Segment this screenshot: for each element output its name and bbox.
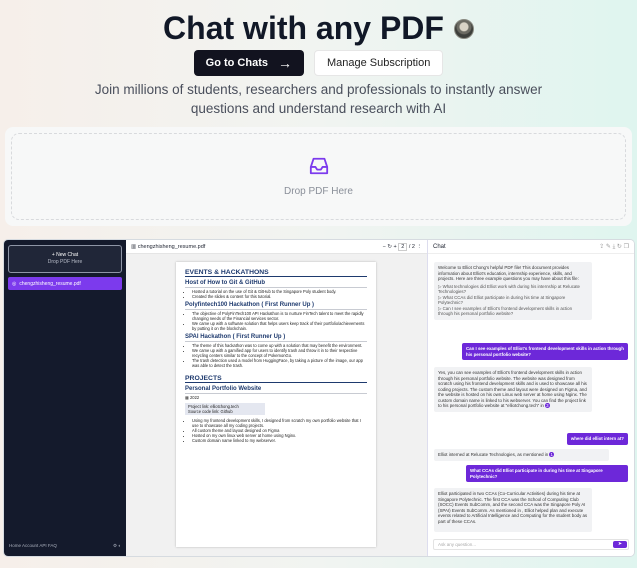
zoom-out-icon[interactable]: − [383,244,386,250]
footer-link-api[interactable]: API [39,543,46,548]
send-icon: ➤ [617,541,623,547]
suggested-question[interactable]: ▷ What CCAs did Elliot participate in du… [438,295,588,306]
send-button[interactable]: ➤ [613,541,627,548]
user-message: Can I see examples of Elliot's frontend … [462,343,628,360]
rotate-icon[interactable]: ↻ [387,244,392,250]
event-bullet: We came up with a gamified app for users… [192,348,367,358]
ai-message: Welcome to Elliot Chong's helpful PDF fi… [434,262,592,320]
ai-message-text: Welcome to Elliot Chong's helpful PDF fi… [438,265,579,281]
zoom-in-icon[interactable]: + [394,244,397,250]
page-total: / 2 [408,243,415,250]
chat-input[interactable]: Ask any question... ➤ [433,539,629,550]
project-title: Personal Portfolio Website [185,386,367,394]
theme-icon[interactable]: ◐ [118,543,121,548]
sidebar-footer: Home Account API FAQ ⚙ ◐ [9,543,121,549]
inbox-icon [309,157,328,175]
sidebar-item-chat[interactable]: ◎ chengzhisheng_resume.pdf [8,277,122,290]
event-bullet: The trash detection used a model from Hu… [192,358,367,368]
project-year-text: 2022 [190,395,200,400]
citation-badge[interactable]: 3 [545,403,550,408]
event-bullet: We came up with a software solution that… [192,321,367,331]
ai-message: Elliot participated in two CCAs (Co-Curr… [434,488,592,532]
footer-link-faq[interactable]: FAQ [48,543,57,548]
pdf-viewer: ▥ chengzhisheng_resume.pdf − ↻ + 2 / 2 ⋮… [126,240,428,556]
footer-link-home[interactable]: Home [9,543,21,548]
refresh-icon[interactable]: ↻ [617,244,622,250]
ai-message: Yes, you can see examples of Elliot's fr… [434,367,592,412]
manage-subscription-button[interactable]: Manage Subscription [314,50,444,76]
chat-bubble-icon: ◎ [12,280,17,287]
projects-heading: PROJECTS [185,375,367,383]
sidebar-toggle-icon[interactable]: ▥ [131,244,136,250]
download-icon[interactable]: ⤓ [613,244,616,250]
copy-icon[interactable]: ❐ [624,244,629,250]
new-chat-label: + New Chat [51,252,79,258]
go-to-chats-label: Go to Chats [205,57,268,69]
user-message: where did elliot intern at? [566,433,628,445]
project-year: ▦ 2022 [185,395,367,400]
chat-header: Chat ⇪ ✎ ⤓ ↻ ❐ [428,240,634,254]
event-bullet: Created the slides & content for this tu… [192,294,367,299]
event-bullet: The objective of PolyFinTech100 API Hack… [192,311,367,321]
pdf-dropzone[interactable]: Drop PDF Here [5,127,632,226]
hero-subtitle: Join millions of students, researchers a… [94,82,543,116]
share-icon[interactable]: ⇪ [599,244,604,250]
suggested-question[interactable]: ▷ What technologies did Elliot work with… [438,284,588,295]
user-message: What CCAs did Elliot participate in duri… [466,465,628,482]
citation-badge[interactable]: 1 [549,452,554,457]
arrow-right-icon: → [278,55,292,71]
user-avatar[interactable] [453,18,474,39]
pdf-filename: chengzhisheng_resume.pdf [137,243,206,250]
go-to-chats-button[interactable]: Go to Chats → [193,50,304,76]
chat-input-placeholder: Ask any question... [438,542,477,547]
pdf-toolbar: ▥ chengzhisheng_resume.pdf − ↻ + 2 / 2 ⋮ [126,240,427,254]
chat-title: Chat [433,243,446,250]
events-heading: EVENTS & HACKATHONS [185,269,367,277]
app-preview: + New Chat Drop PDF Here ◎ chengzhisheng… [4,240,634,556]
suggested-question[interactable]: ▷ Can I see examples of Elliot's fronten… [438,306,588,317]
settings-icon[interactable]: ⚙ [113,543,117,548]
edit-icon[interactable]: ✎ [606,244,611,250]
sidebar: + New Chat Drop PDF Here ◎ chengzhisheng… [4,240,126,556]
event-title: Polyfintech100 Hackathon ( First Runner … [185,302,367,310]
hero-title: Chat with any PDF [0,10,637,47]
hero-actions: Go to Chats → Manage Subscription [0,50,637,76]
dropzone-label: Drop PDF Here [284,186,353,197]
project-links: Project link: elliotchong.tech Source co… [185,403,265,415]
ai-message-text: Elliot interned at Relucate Technologies… [438,452,549,457]
more-icon[interactable]: ⋮ [417,244,423,250]
chat-panel: Chat ⇪ ✎ ⤓ ↻ ❐ Welcome to Elliot Chong's… [428,240,634,556]
source-link[interactable]: Source code link: Github [188,409,262,414]
page-title: Chat with any PDF [163,10,444,46]
drop-here-label: Drop PDF Here [47,259,83,265]
new-chat-button[interactable]: + New Chat Drop PDF Here [8,245,122,273]
ai-message: Elliot interned at Relucate Technologies… [434,449,609,461]
dropzone-inner[interactable]: Drop PDF Here [11,133,626,220]
pdf-page: EVENTS & HACKATHONS Host of How to Git &… [176,262,376,547]
page-input[interactable]: 2 [398,242,408,251]
ai-message-text: Yes, you can see examples of Elliot's fr… [438,370,587,408]
event-title: Host of How to Git & GitHub [185,280,367,288]
footer-link-account[interactable]: Account [22,543,38,548]
sidebar-item-label: chengzhisheng_resume.pdf [19,280,81,287]
event-title: SPAI Hackathon ( First Runner Up ) [185,334,367,342]
project-bullet: Custom domain name linked to my webserve… [192,438,367,443]
project-bullet: Using my frontend development skills, I … [192,418,367,428]
